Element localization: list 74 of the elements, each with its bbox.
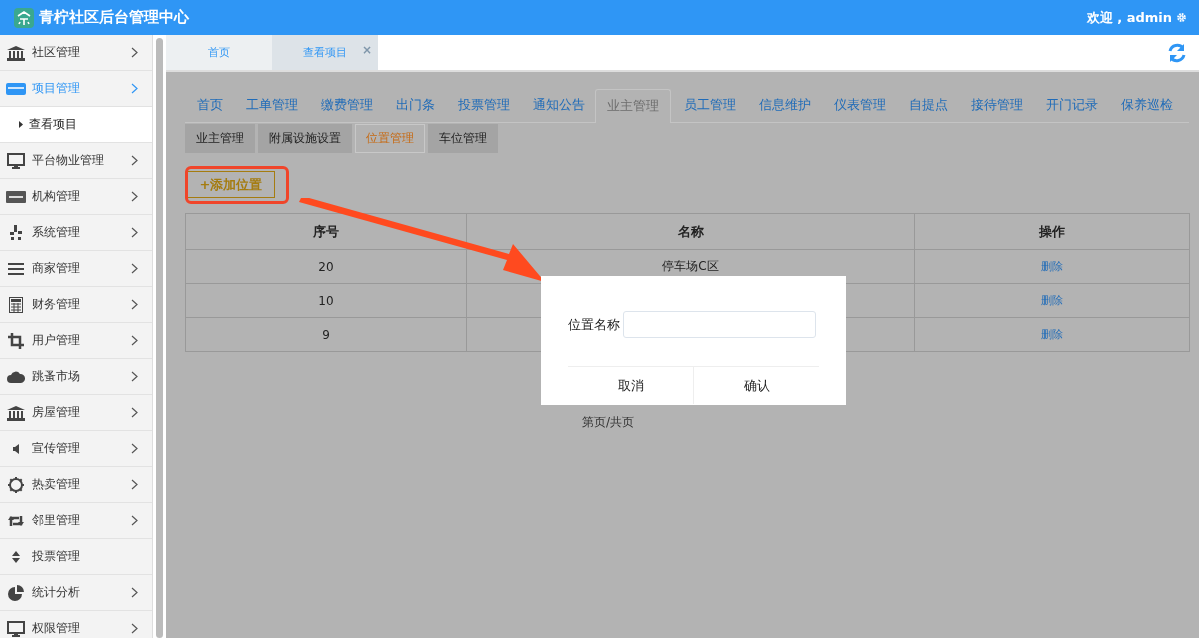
nav-tab[interactable]: 出门条 (395, 95, 436, 122)
sort-icon (11, 549, 21, 564)
bank-icon (6, 44, 26, 61)
bank-icon (6, 404, 26, 421)
repeat-icon (7, 514, 25, 527)
page-info: 第页/共页 (581, 414, 634, 431)
refresh-icon[interactable] (1167, 42, 1187, 63)
card-icon (6, 190, 26, 203)
table-cell: 20 (185, 249, 467, 284)
nav-tab[interactable]: 开门记录 (1045, 95, 1099, 122)
table-cell: 9 (185, 317, 467, 352)
input-field[interactable] (623, 311, 816, 338)
chevron-icon (131, 299, 138, 310)
close-tab-button[interactable]: × (361, 43, 372, 57)
nav-tab[interactable]: 投票管理 (457, 95, 511, 122)
chevron-icon (131, 443, 138, 454)
nav-tab[interactable]: 工单管理 (245, 95, 299, 122)
column-header: 名称 (466, 213, 915, 250)
chevron-icon (131, 47, 138, 58)
logo-icon (14, 7, 34, 28)
chevron-icon (131, 335, 138, 346)
sub-tab[interactable]: 位置管理 (355, 124, 425, 153)
caret-icon (19, 121, 23, 128)
delete-link[interactable]: 删除 (1041, 260, 1063, 273)
page-tab[interactable]: 首页 (166, 35, 272, 70)
nav-tab[interactable]: 自提点 (908, 95, 949, 122)
menu-icon (8, 262, 24, 275)
welcome-text: 欢迎 , admin (1086, 8, 1172, 27)
settings-icon[interactable] (1176, 12, 1187, 23)
chevron-icon (131, 227, 138, 238)
nav-tab[interactable]: 首页 (196, 95, 224, 122)
nav-tab[interactable]: 缴费管理 (320, 95, 374, 122)
nav-tab[interactable]: 接待管理 (970, 95, 1024, 122)
gear-icon (8, 476, 24, 493)
chevron-icon (131, 587, 138, 598)
chevron-icon (131, 407, 138, 418)
chevron-icon (131, 371, 138, 382)
chevron-icon (131, 155, 138, 166)
chevron-icon (131, 83, 138, 94)
nav-tab[interactable]: 通知公告 (532, 95, 586, 122)
chevron-icon (131, 623, 138, 634)
calculator-icon (9, 296, 23, 313)
speaker-icon (11, 442, 21, 455)
pie-chart-icon (8, 584, 24, 601)
delete-link[interactable]: 删除 (1041, 328, 1063, 341)
page-tab[interactable]: 查看项目 × (272, 35, 378, 70)
burst-icon (9, 224, 23, 241)
nav-tab[interactable]: 员工管理 (683, 95, 737, 122)
cloud-icon (7, 370, 25, 383)
sidebar-subitem[interactable]: 查看项目 (0, 107, 152, 143)
sub-tab[interactable]: 附属设施设置 (258, 124, 352, 153)
table-cell: 10 (185, 283, 467, 318)
nav-tab[interactable]: 保养巡检 (1120, 95, 1174, 122)
chevron-icon (131, 191, 138, 202)
chevron-icon (131, 479, 138, 490)
nav-tab[interactable]: 仪表管理 (833, 95, 887, 122)
sub-tab[interactable]: 车位管理 (428, 124, 498, 153)
chevron-icon (131, 515, 138, 526)
monitor-icon (7, 152, 25, 169)
card-icon (6, 82, 26, 95)
column-header: 操作 (914, 213, 1190, 250)
chevron-icon (131, 263, 138, 274)
nav-tab[interactable]: 信息维护 (758, 95, 812, 122)
nav-tab[interactable]: 业主管理 (595, 89, 671, 123)
subitem-label: 查看项目 (29, 116, 77, 133)
column-header: 序号 (185, 213, 467, 250)
delete-link[interactable]: 删除 (1041, 294, 1063, 307)
field-label: 位置名称 (568, 315, 620, 334)
monitor-icon (7, 620, 25, 637)
add-position-button[interactable]: +添加位置 (187, 171, 275, 198)
sub-tab[interactable]: 业主管理 (185, 124, 255, 153)
app-title: 青柠社区后台管理中心 (39, 8, 189, 27)
scrollbar-thumb[interactable] (156, 38, 163, 638)
crop-icon (8, 332, 24, 349)
